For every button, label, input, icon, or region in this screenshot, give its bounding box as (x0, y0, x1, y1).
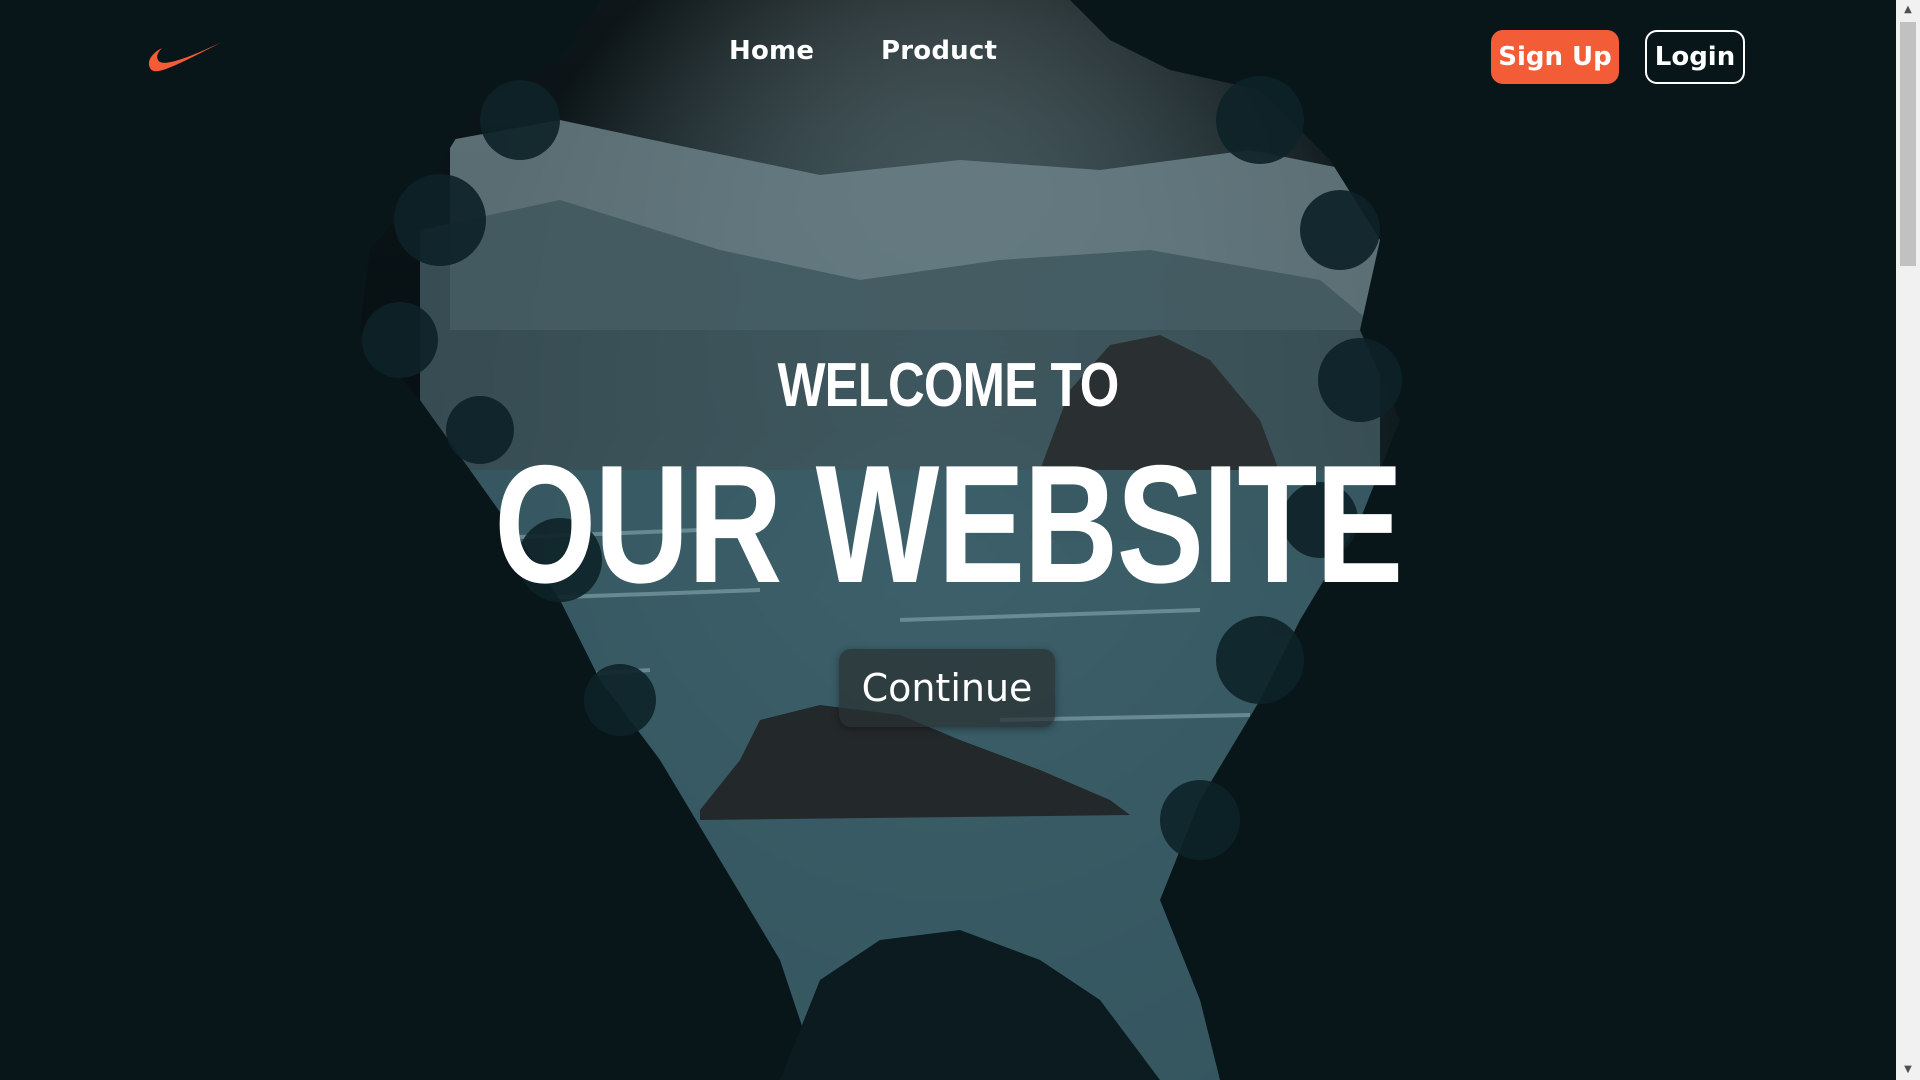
hero-headline: OUR WEBSITE (494, 430, 1403, 618)
nav-link-home[interactable]: Home (729, 36, 814, 66)
page-viewport: Home Product Sign Up Login WELCOME TO OU… (0, 0, 1896, 1080)
hero-kicker: WELCOME TO (777, 351, 1119, 420)
top-navigation: Home Product Sign Up Login (0, 0, 1896, 115)
scroll-up-arrow-icon[interactable]: ▲ (1896, 0, 1920, 20)
swoosh-logo-icon[interactable] (148, 38, 224, 74)
continue-button[interactable]: Continue (839, 649, 1055, 727)
login-button[interactable]: Login (1645, 30, 1745, 84)
vertical-scrollbar[interactable]: ▲ ▼ (1896, 0, 1920, 1080)
scrollbar-thumb[interactable] (1900, 22, 1916, 266)
nav-link-product[interactable]: Product (881, 36, 997, 66)
sign-up-button[interactable]: Sign Up (1491, 30, 1619, 84)
scroll-down-arrow-icon[interactable]: ▼ (1896, 1060, 1920, 1080)
